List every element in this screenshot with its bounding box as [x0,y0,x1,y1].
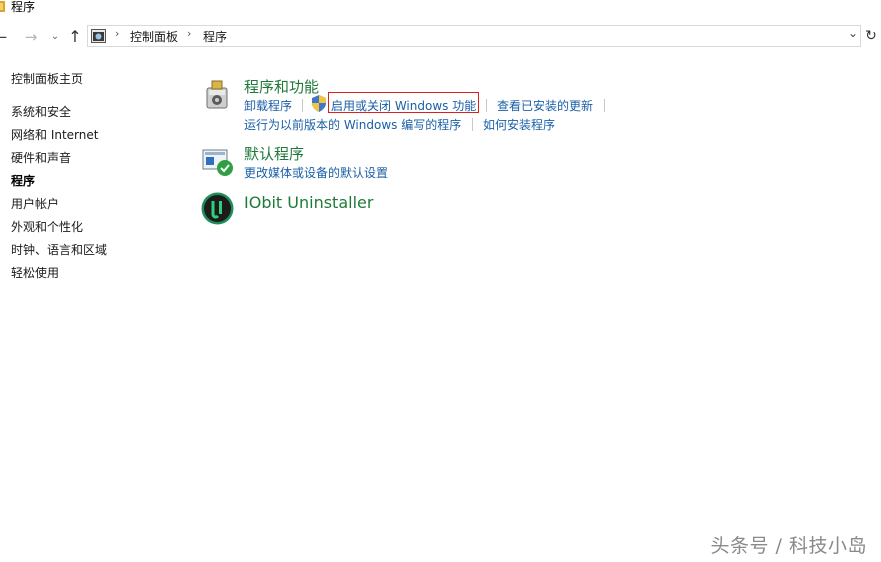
sidebar-item-clock-region[interactable]: 时钟、语言和区域 [11,241,107,258]
default-programs-title[interactable]: 默认程序 [244,143,304,164]
uac-shield-icon [312,95,326,112]
sidebar-item-network[interactable]: 网络和 Internet [11,126,98,143]
link-divider [486,99,487,112]
address-bar[interactable]: › 控制面板 › 程序 ⌄ [87,25,861,47]
folder-icon [0,1,5,12]
sidebar-item-hardware-sound[interactable]: 硬件和声音 [11,149,71,166]
programs-features-title[interactable]: 程序和功能 [244,76,319,97]
up-button[interactable]: ↑ [66,27,84,47]
iobit-icon [201,192,234,225]
sidebar-item-programs[interactable]: 程序 [11,172,35,189]
watermark: 头条号 / 科技小岛 [710,535,867,557]
run-older-programs-link[interactable]: 运行为以前版本的 Windows 编写的程序 [244,116,461,133]
programs-features-icon [206,80,228,109]
default-programs-icon [202,149,233,176]
breadcrumb-control-panel[interactable]: 控制面板 [130,28,178,45]
window-title: 程序 [11,0,36,14]
control-panel-icon [91,29,106,43]
sidebar-item-appearance[interactable]: 外观和个性化 [11,218,83,235]
sidebar-item-user-accounts[interactable]: 用户帐户 [11,195,59,212]
turn-windows-features-link[interactable]: 启用或关闭 Windows 功能 [331,97,476,114]
sidebar-item-control-panel-home[interactable]: 控制面板主页 [11,70,83,87]
iobit-uninstaller-title[interactable]: IObit Uninstaller [244,193,373,212]
refresh-button[interactable]: ↻ [863,26,879,46]
uninstall-program-link[interactable]: 卸载程序 [244,97,292,114]
link-divider [604,99,605,112]
link-divider [472,118,473,131]
recent-locations-button[interactable]: ⌄ [46,27,64,47]
breadcrumb-separator: › [187,27,192,40]
back-button[interactable]: ← [0,27,10,47]
title-bar: 程序 [0,0,881,22]
address-dropdown-icon[interactable]: ⌄ [848,26,858,40]
view-installed-updates-link[interactable]: 查看已安装的更新 [497,97,593,114]
forward-button[interactable]: → [22,27,40,47]
breadcrumb-programs[interactable]: 程序 [203,28,227,45]
how-to-install-link[interactable]: 如何安装程序 [483,116,555,133]
sidebar-item-ease-of-access[interactable]: 轻松使用 [11,264,59,281]
sidebar-item-system-security[interactable]: 系统和安全 [11,103,71,120]
breadcrumb-separator: › [115,27,120,40]
link-divider [302,99,303,112]
change-media-defaults-link[interactable]: 更改媒体或设备的默认设置 [244,164,388,181]
